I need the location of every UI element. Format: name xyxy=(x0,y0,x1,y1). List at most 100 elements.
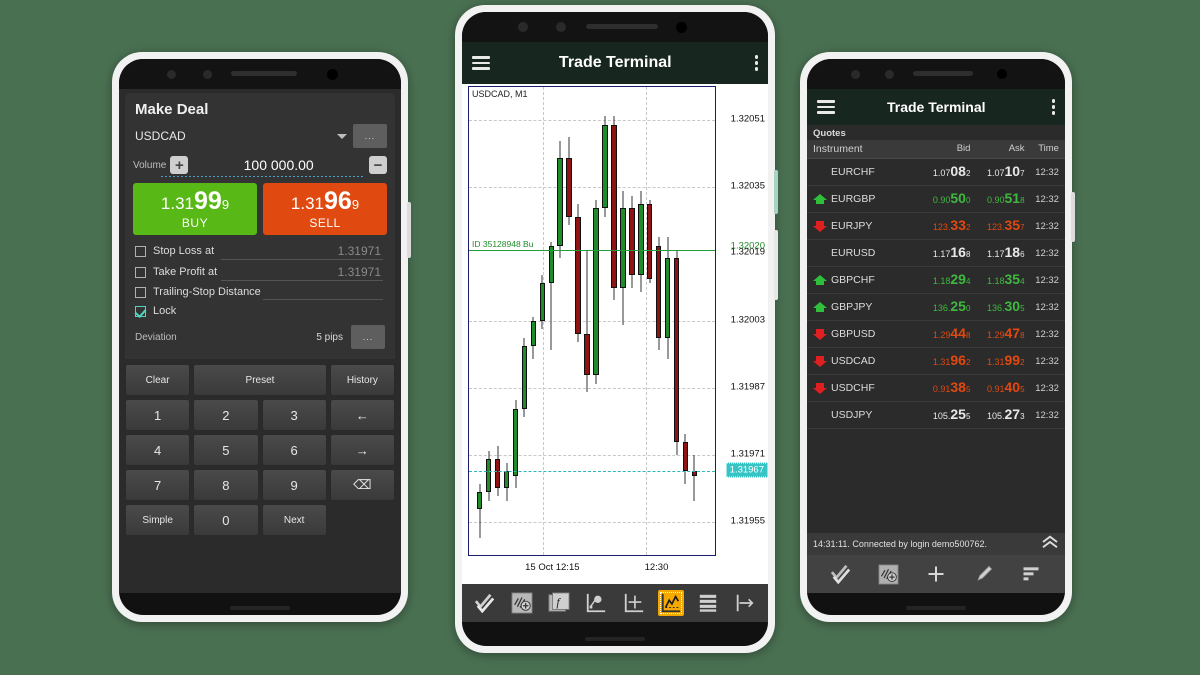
instrument-name: GBPUSD xyxy=(831,328,876,340)
key-clear[interactable]: Clear xyxy=(125,364,191,396)
chevron-down-icon[interactable] xyxy=(337,133,347,139)
table-row[interactable]: GBPJPY 136.250 136.305 12:32 xyxy=(807,294,1065,321)
front-camera-icon xyxy=(676,22,687,33)
key-8[interactable]: 8 xyxy=(193,469,259,501)
phone-center-chin xyxy=(585,637,645,641)
buy-button[interactable]: 1.31999 BUY xyxy=(133,183,257,235)
table-row[interactable]: EURGBP 0.90500 0.90518 12:32 xyxy=(807,186,1065,213)
hamburger-icon[interactable] xyxy=(472,56,490,70)
pencil-icon[interactable] xyxy=(971,561,997,587)
sort-icon[interactable] xyxy=(1018,561,1044,587)
hamburger-icon[interactable] xyxy=(817,100,835,114)
quote-time: 12:32 xyxy=(1035,409,1059,421)
chart-type-icon[interactable] xyxy=(657,590,684,616)
chart-toolbar: f xyxy=(462,584,768,622)
table-row[interactable]: EURJPY 123.332 123.357 12:32 xyxy=(807,213,1065,240)
key-1[interactable]: 1 xyxy=(125,399,191,431)
indicators-icon[interactable] xyxy=(509,590,535,616)
key-6[interactable]: 6 xyxy=(261,434,327,466)
volume-underline xyxy=(161,176,363,177)
table-row[interactable]: EURCHF 1.07082 1.07107 12:32 xyxy=(807,159,1065,186)
table-row[interactable]: GBPCHF 1.18294 1.18354 12:32 xyxy=(807,267,1065,294)
buy-price-post: 9 xyxy=(221,197,230,212)
key-2[interactable]: 2 xyxy=(193,399,259,431)
key-3[interactable]: 3 xyxy=(261,399,327,431)
price-tick: 1.31987 xyxy=(730,381,765,393)
deviation-more-button[interactable]: ... xyxy=(351,325,385,349)
column-time[interactable]: Time xyxy=(1025,143,1059,155)
key-7[interactable]: 7 xyxy=(125,469,191,501)
scale-icon[interactable] xyxy=(732,590,758,616)
table-row[interactable]: EURUSD 1.17168 1.17186 12:32 xyxy=(807,240,1065,267)
candle xyxy=(637,87,644,555)
earpiece-speaker xyxy=(913,71,973,76)
phone-center-bezel: Trade Terminal USDCAD, M1 ID 35128948 Bu… xyxy=(462,12,768,646)
lock-row[interactable]: Lock xyxy=(133,300,387,319)
symbol-more-button[interactable]: ... xyxy=(353,124,387,148)
key-simple[interactable]: Simple xyxy=(125,504,191,536)
crosshair-icon[interactable] xyxy=(621,590,647,616)
take-profit-checkbox[interactable] xyxy=(135,266,146,278)
ask-price: 123.357 xyxy=(986,217,1025,233)
instrument-name: GBPJPY xyxy=(831,301,873,313)
trailing-stop-checkbox[interactable] xyxy=(135,286,146,298)
candle-body xyxy=(476,492,483,510)
power-button[interactable] xyxy=(407,202,411,258)
key-5[interactable]: 5 xyxy=(193,434,259,466)
table-row[interactable]: USDCHF 0.91385 0.91405 12:32 xyxy=(807,375,1065,402)
key-history[interactable]: History xyxy=(329,364,395,396)
buy-button-label: BUY xyxy=(181,216,209,230)
checkmarks-icon[interactable] xyxy=(472,590,498,616)
objects-icon[interactable] xyxy=(583,590,609,616)
power-button[interactable] xyxy=(1071,192,1075,242)
take-profit-row[interactable]: Take Profit at 1.31971 xyxy=(133,260,387,281)
volume-increase-button[interactable]: + xyxy=(170,156,189,174)
candlestick-chart[interactable]: USDCAD, M1 ID 35128948 Bu xyxy=(468,86,716,556)
symbol-selector-row[interactable]: USDCAD ... xyxy=(133,124,387,152)
table-row[interactable]: USDJPY 105.255 105.273 12:32 xyxy=(807,402,1065,429)
stop-loss-row[interactable]: Stop Loss at 1.31971 xyxy=(133,239,387,260)
chevron-up-icon[interactable] xyxy=(1041,535,1059,554)
trailing-stop-row[interactable]: Trailing-Stop Distance xyxy=(133,281,387,300)
kebab-icon[interactable] xyxy=(1051,99,1055,115)
key-next[interactable]: Next xyxy=(261,504,327,536)
order-line[interactable] xyxy=(469,249,715,251)
key-9[interactable]: 9 xyxy=(261,469,327,501)
volume-input[interactable]: 100 000.00 xyxy=(192,157,365,173)
indicators-icon[interactable] xyxy=(875,561,901,587)
kebab-icon[interactable] xyxy=(754,55,758,71)
candle xyxy=(494,87,501,555)
table-row[interactable]: USDCAD 1.31962 1.31992 12:32 xyxy=(807,348,1065,375)
function-icon[interactable]: f xyxy=(546,590,572,616)
key-arrow-right[interactable]: → xyxy=(329,434,395,466)
bid-price-tick: 1.31967 xyxy=(725,462,768,478)
checkmarks-icon[interactable] xyxy=(828,561,854,587)
list-icon[interactable] xyxy=(695,590,721,616)
power-button[interactable] xyxy=(774,230,778,300)
volume-decrease-button[interactable]: − xyxy=(369,156,387,174)
phone-left: Make Deal USDCAD ... Volume + 100 000.00… xyxy=(112,52,411,622)
quote-time: 12:32 xyxy=(1035,328,1059,340)
lock-checkbox[interactable] xyxy=(135,305,146,317)
table-row[interactable]: GBPUSD 1.29448 1.29478 12:32 xyxy=(807,321,1065,348)
plus-icon[interactable] xyxy=(923,561,949,587)
stop-loss-checkbox[interactable] xyxy=(135,245,146,257)
quote-time: 12:32 xyxy=(1035,355,1059,367)
stop-loss-value[interactable]: 1.31971 xyxy=(338,244,385,258)
sell-price-big: 96 xyxy=(324,187,352,215)
key-backspace-icon[interactable]: ⌫ xyxy=(329,469,395,501)
column-bid[interactable]: Bid xyxy=(911,143,971,155)
volume-button[interactable] xyxy=(774,170,778,214)
candle xyxy=(691,87,698,555)
sell-button[interactable]: 1.31969 SELL xyxy=(263,183,387,235)
key-arrow-left[interactable]: ← xyxy=(329,399,395,431)
arrow-up-icon xyxy=(813,193,827,205)
column-ask[interactable]: Ask xyxy=(970,143,1025,155)
take-profit-value[interactable]: 1.31971 xyxy=(338,265,385,279)
phone-right-chin xyxy=(906,606,966,610)
symbol-value[interactable]: USDCAD xyxy=(133,127,331,145)
key-preset[interactable]: Preset xyxy=(193,364,327,396)
earpiece-speaker xyxy=(586,24,658,29)
key-4[interactable]: 4 xyxy=(125,434,191,466)
key-0[interactable]: 0 xyxy=(193,504,259,536)
